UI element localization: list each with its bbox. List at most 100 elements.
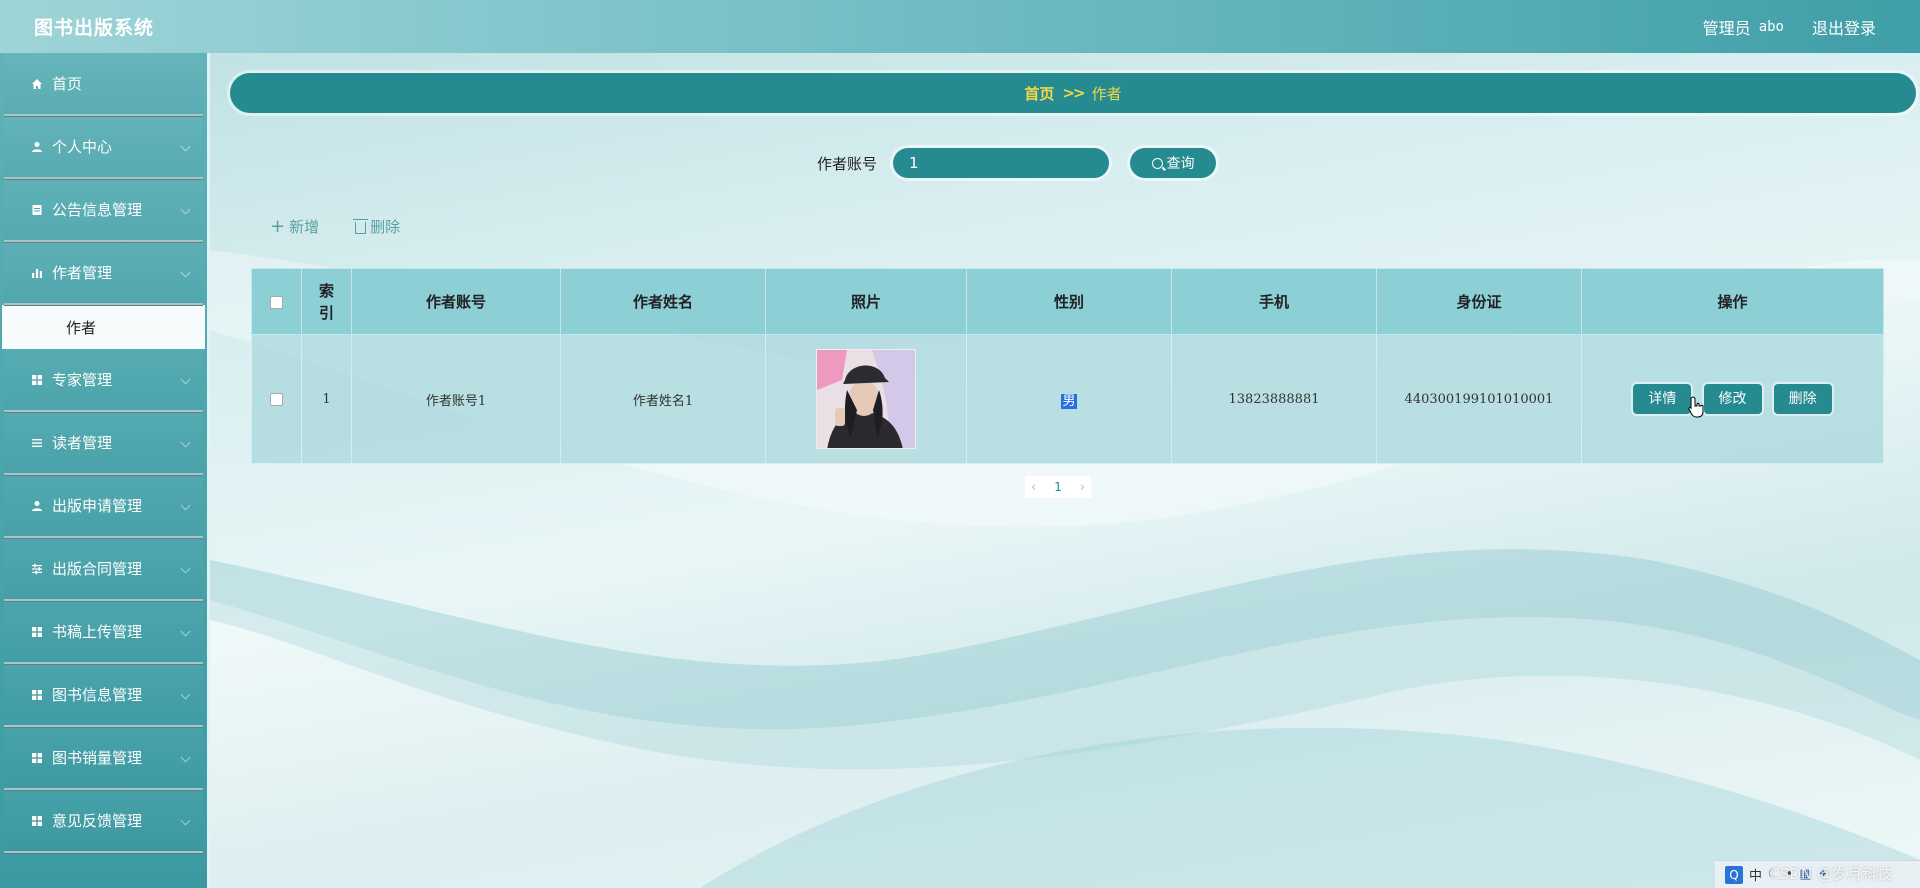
sidebar-item-expert-management[interactable]: 专家管理: [4, 349, 203, 412]
select-all-checkbox[interactable]: [270, 296, 283, 309]
delete-button[interactable]: 删除: [1773, 384, 1832, 414]
header-right: 管理员 abo 退出登录: [1703, 15, 1876, 39]
gender-value: 男: [1061, 393, 1077, 409]
sidebar-subitem-author[interactable]: 作者: [2, 305, 205, 349]
sidebar-item-label: 图书信息管理: [52, 686, 143, 704]
sidebar-item-manuscript-upload[interactable]: 书稿上传管理: [4, 601, 203, 664]
cell-gender: 男: [966, 334, 1172, 464]
sidebar-item-label: 出版合同管理: [52, 560, 143, 578]
table-header-row: 索引 作者账号 作者姓名 照片 性别 手机 身份证 操作: [251, 268, 1884, 335]
column-header-gender: 性别: [966, 268, 1172, 335]
chevron-down-icon: [180, 752, 191, 762]
ime-indicator[interactable]: 中: [1749, 865, 1762, 884]
table-row: 1 作者账号1 作者姓名1 男 13823888881 440300199101…: [251, 334, 1884, 464]
search-button-label: 查询: [1166, 156, 1195, 172]
next-page-icon[interactable]: ›: [1080, 480, 1085, 495]
search-label: 作者账号: [816, 154, 877, 173]
chevron-down-icon: [180, 141, 191, 151]
column-header-phone: 手机: [1171, 268, 1377, 335]
search-bar: 作者账号 查询: [213, 148, 1920, 178]
chevron-down-icon: [180, 815, 191, 825]
chevron-down-icon: [180, 689, 191, 699]
detail-button[interactable]: 详情: [1633, 384, 1692, 414]
cell-actions: 详情 修改 删除: [1581, 334, 1884, 464]
breadcrumb: 首页 >> 作者: [230, 73, 1916, 113]
sidebar-item-personal-center[interactable]: 个人中心: [4, 116, 203, 179]
mouse-cursor-icon: [1688, 396, 1704, 418]
chevron-down-icon: [180, 563, 191, 573]
breadcrumb-current: 作者: [1091, 84, 1122, 103]
sidebar-item-label: 图书销量管理: [52, 749, 143, 767]
breadcrumb-home[interactable]: 首页: [1024, 83, 1054, 104]
sidebar-item-home[interactable]: 首页: [4, 53, 203, 116]
sidebar-item-announcement[interactable]: 公告信息管理: [4, 179, 203, 242]
sliders-icon: [30, 562, 44, 576]
cell-id-card: 440300199101010001: [1376, 334, 1582, 464]
row-checkbox[interactable]: [270, 392, 283, 406]
cell-phone: 13823888881: [1171, 334, 1377, 464]
app-title: 图书出版系统: [34, 17, 155, 39]
column-header-index: 索引: [301, 268, 352, 335]
add-button[interactable]: + 新增: [270, 216, 319, 237]
cell-photo: [765, 334, 967, 464]
cell-index: 1: [301, 334, 352, 464]
column-header-photo: 照片: [765, 268, 967, 335]
sidebar-item-publish-application[interactable]: 出版申请管理: [4, 475, 203, 538]
author-account-search-input[interactable]: [893, 148, 1109, 178]
bar-chart-icon: [30, 266, 44, 280]
sidebar-item-label: 作者管理: [52, 264, 113, 282]
logout-button[interactable]: 退出登录: [1812, 15, 1876, 39]
prev-page-icon[interactable]: ‹: [1031, 480, 1036, 495]
add-button-label: 新增: [289, 218, 320, 236]
user-icon: [30, 499, 44, 513]
sidebar-item-book-sales[interactable]: 图书销量管理: [4, 727, 203, 790]
sidebar-item-author-management[interactable]: 作者管理: [4, 242, 203, 305]
grid-icon: [30, 751, 44, 765]
delete-button-label: 删除: [370, 218, 401, 236]
grid-icon: [30, 373, 44, 387]
trash-icon: [353, 218, 369, 234]
sidebar-item-book-info[interactable]: 图书信息管理: [4, 664, 203, 727]
edit-button[interactable]: 修改: [1703, 384, 1762, 414]
sidebar-item-label: 公告信息管理: [52, 201, 143, 219]
sidebar-item-label: 专家管理: [52, 371, 113, 389]
sidebar-item-label: 书稿上传管理: [52, 623, 143, 641]
chevron-down-icon: [180, 204, 191, 214]
grid-icon: [30, 625, 44, 639]
search-app-icon[interactable]: Q: [1725, 865, 1743, 884]
author-photo[interactable]: [816, 349, 916, 449]
cell-name: 作者姓名1: [560, 334, 766, 464]
plus-icon: +: [270, 215, 286, 237]
column-header-id-card: 身份证: [1376, 268, 1582, 335]
toolbar: + 新增 删除: [270, 216, 400, 237]
sidebar-item-reader-management[interactable]: 读者管理: [4, 412, 203, 475]
column-header-account: 作者账号: [351, 268, 561, 335]
search-icon: [1151, 157, 1163, 169]
select-all-header: [251, 268, 302, 335]
chevron-down-icon: [180, 626, 191, 636]
sidebar-item-feedback[interactable]: 意见反馈管理: [4, 790, 203, 853]
batch-delete-button[interactable]: 删除: [353, 216, 401, 237]
sidebar-item-publish-contract[interactable]: 出版合同管理: [4, 538, 203, 601]
pagination: ‹ 1 ›: [1025, 476, 1092, 498]
search-button[interactable]: 查询: [1130, 148, 1216, 178]
admin-username: abo: [1758, 18, 1784, 35]
home-icon: [30, 77, 44, 91]
sidebar-item-label: 个人中心: [52, 138, 113, 156]
chevron-down-icon: [180, 267, 191, 277]
sidebar: 首页 个人中心 公告信息管理 作者管理 作者 专家管理 读者管理 出版申请管理 …: [0, 53, 210, 888]
row-select-cell: [251, 334, 302, 464]
sidebar-item-label: 出版申请管理: [52, 497, 143, 515]
author-table: 索引 作者账号 作者姓名 照片 性别 手机 身份证 操作 1 作者账号1 作者姓…: [251, 268, 1884, 464]
sidebar-subitem-label: 作者: [66, 318, 97, 337]
main-content: 首页 >> 作者 作者账号 查询 + 新增 删除 索引: [213, 53, 1920, 888]
page-number[interactable]: 1: [1054, 480, 1062, 494]
breadcrumb-separator: >>: [1062, 84, 1085, 102]
column-header-name: 作者姓名: [560, 268, 766, 335]
user-icon: [30, 140, 44, 154]
grid-icon: [30, 688, 44, 702]
sidebar-item-label: 首页: [52, 75, 83, 93]
sidebar-item-label: 意见反馈管理: [52, 812, 143, 830]
cell-account: 作者账号1: [351, 334, 561, 464]
list-icon: [30, 436, 44, 450]
